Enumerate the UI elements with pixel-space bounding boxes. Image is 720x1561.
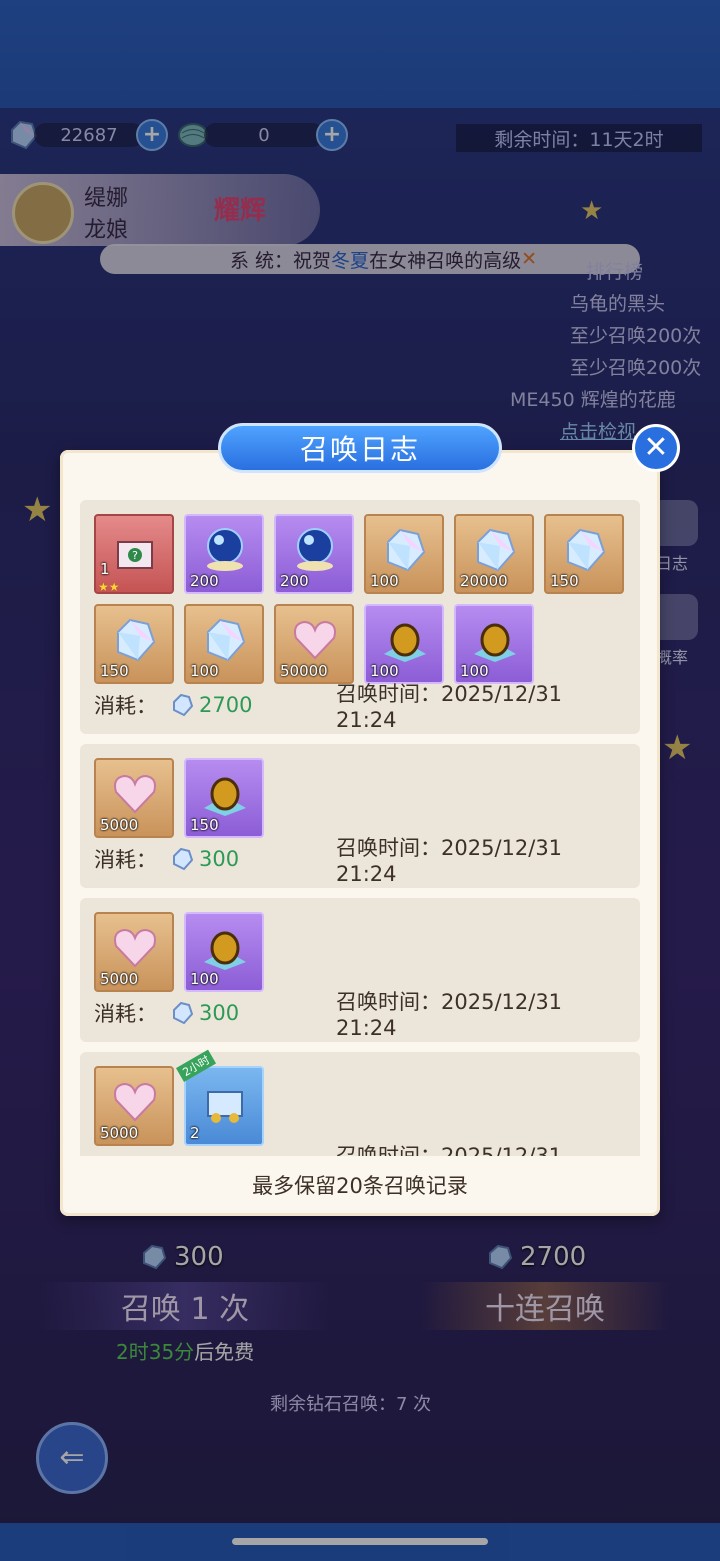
diamond-icon <box>173 847 194 871</box>
diamond-icon <box>173 1001 194 1025</box>
reward-item-egg[interactable]: 100 <box>184 912 264 992</box>
svg-text:?: ? <box>132 549 138 562</box>
reward-quantity: 100 <box>370 572 399 590</box>
summon-time: 召唤时间：2025/12/31 21:24 <box>336 678 626 732</box>
egg-icon <box>474 623 516 662</box>
reward-quantity: 5000 <box>100 970 139 988</box>
reward-item-diamond[interactable]: 100 <box>184 604 264 684</box>
log-entry: ? 1 ★★ 200 200 100 20000 150 150 100 50000 100 100 消耗… <box>80 500 640 734</box>
log-entry-footer: 消耗：300召唤时间：2025/12/31 21:24 <box>94 990 626 1040</box>
reward-quantity: 200 <box>190 572 219 590</box>
summon-time-label: 召唤时间： <box>336 836 441 860</box>
gift-box-icon: ? <box>117 541 153 569</box>
summon-time: 召唤时间：2025/12/31 21:24 <box>336 832 626 886</box>
reward-quantity: 50000 <box>280 662 328 680</box>
reward-quantity: 5000 <box>100 816 139 834</box>
reward-item-egg[interactable]: 100 <box>364 604 444 684</box>
reward-quantity: 5000 <box>100 1124 139 1142</box>
cost-amount: 300 <box>199 847 240 871</box>
crystal-ball-icon <box>207 528 243 571</box>
cost-label: 消耗： <box>94 694 157 718</box>
log-entry-footer: 消耗： 2700 召唤时间：2025/12/31 21:24 <box>94 682 626 732</box>
summon-log-list[interactable]: ? 1 ★★ 200 200 100 20000 150 150 100 50000 100 100 消耗… <box>80 486 640 1156</box>
reward-item-exp-heart[interactable]: 5000 <box>94 1066 174 1146</box>
diamond-icon <box>387 528 426 572</box>
reward-item-diamond[interactable]: 150 <box>544 514 624 594</box>
summon-time: 召唤时间：2025/12/31 21:24 <box>336 1140 626 1156</box>
log-entry-footer: 消耗：300召唤时间：2025/12/31 21:24 <box>94 1144 626 1156</box>
log-entry: 5000 150 消耗： 300 召唤时间：2025/12/31 21:24 <box>80 744 640 888</box>
reward-quantity: 20000 <box>460 572 508 590</box>
reward-quantity: 1 <box>100 560 110 578</box>
diamond-icon <box>180 1155 182 1156</box>
diamond-icon <box>207 618 246 662</box>
diamond-icon <box>173 693 194 717</box>
reward-item-exp-heart[interactable]: 5000 <box>94 758 174 838</box>
summon-time-label: 召唤时间： <box>336 682 441 706</box>
rarity-stars: ★★ <box>98 580 120 594</box>
cost-amount: 300 <box>199 1001 240 1025</box>
reward-item-diamond[interactable]: 20000 <box>454 514 534 594</box>
exp-heart-icon <box>114 774 156 814</box>
crystal-ball-icon <box>297 528 333 571</box>
reward-item-egg[interactable]: 150 <box>184 758 264 838</box>
close-dialog-button[interactable]: ✕ <box>632 424 680 472</box>
reward-item-crystal-ball[interactable]: 200 <box>274 514 354 594</box>
cost-label: 消耗： <box>94 1152 157 1156</box>
max-records-note: 最多保留20条召唤记录 <box>252 1174 468 1198</box>
reward-item-gift-box[interactable]: ? 1 ★★ <box>94 514 174 594</box>
reward-item-diamond[interactable]: 150 <box>94 604 174 684</box>
reward-item-egg[interactable]: 100 <box>454 604 534 684</box>
reward-quantity: 2 <box>190 1124 200 1142</box>
summon-time-label: 召唤时间： <box>336 1144 441 1156</box>
diamond-icon <box>477 528 516 572</box>
summon-time: 召唤时间：2025/12/31 21:24 <box>336 986 626 1040</box>
cost-label: 消耗： <box>94 848 157 872</box>
exp-heart-icon <box>294 620 336 660</box>
cost-amount: 2700 <box>199 693 253 717</box>
egg-icon <box>204 777 246 816</box>
reward-quantity: 100 <box>190 970 219 988</box>
reward-item-exp-heart[interactable]: 50000 <box>274 604 354 684</box>
reward-item-exp-heart[interactable]: 5000 <box>94 912 174 992</box>
log-entry-footer: 消耗：300召唤时间：2025/12/31 21:24 <box>94 836 626 886</box>
exp-heart-icon <box>114 1082 156 1122</box>
egg-icon <box>384 623 426 662</box>
reward-quantity: 150 <box>550 572 579 590</box>
reward-quantity: 150 <box>190 816 219 834</box>
cost-label: 消耗： <box>94 1002 157 1026</box>
cost-amount: 300 <box>199 1155 239 1156</box>
reward-quantity: 200 <box>280 572 309 590</box>
diamond-icon <box>117 618 156 662</box>
exp-heart-icon <box>114 928 156 968</box>
treasure-chest-icon <box>207 1091 243 1123</box>
log-entry: 5000 2小时2 消耗： 300 召唤时间：2025/12/31 21:24 <box>80 1049 640 1156</box>
diamond-icon <box>567 528 606 572</box>
reward-quantity: 150 <box>100 662 129 680</box>
reward-item-diamond[interactable]: 100 <box>364 514 444 594</box>
reward-quantity: 100 <box>190 662 219 680</box>
summon-time-label: 召唤时间： <box>336 990 441 1014</box>
egg-icon <box>204 931 246 970</box>
reward-item-crystal-ball[interactable]: 200 <box>184 514 264 594</box>
dialog-title: 召唤日志 <box>218 423 502 473</box>
reward-item-treasure-chest[interactable]: 2小时 2 <box>176 1049 264 1146</box>
log-entry: 5000 100 消耗： 300 召唤时间：2025/12/31 21:24 <box>80 898 640 1042</box>
